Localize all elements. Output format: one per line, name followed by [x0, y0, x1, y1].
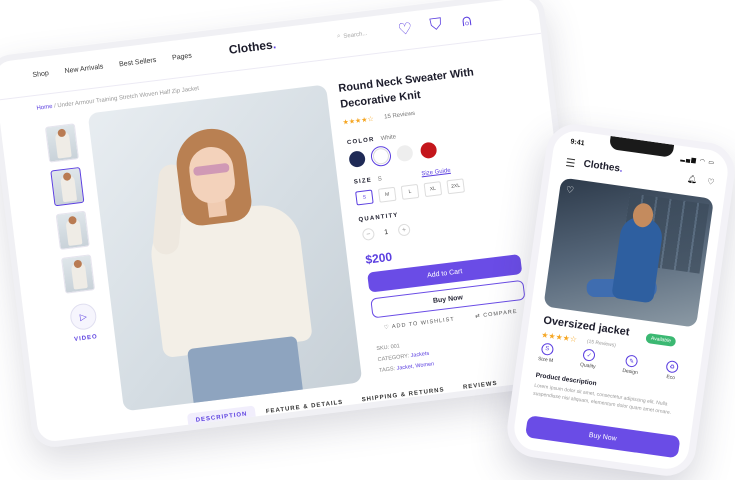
thumbnail[interactable]: [60, 254, 96, 294]
search-box[interactable]: ⌕ Search...: [337, 30, 368, 41]
feature-quality: ✓ Quality: [580, 348, 598, 370]
feature-size-label: Size M: [537, 356, 554, 365]
brand-logo-text: Clothes: [228, 37, 274, 57]
nav-pages[interactable]: Pages: [172, 53, 193, 62]
bag-icon[interactable]: ⛉: [429, 15, 443, 33]
eco-icon: ♻: [665, 359, 679, 374]
heart-icon[interactable]: ♡: [397, 20, 413, 39]
swatch-navy[interactable]: [348, 150, 367, 169]
category-label: CATEGORY:: [377, 353, 410, 364]
size-value: S: [377, 176, 383, 183]
feature-design-label: Design: [621, 367, 639, 377]
nav-shop[interactable]: Shop: [32, 70, 49, 79]
add-to-wishlist-link[interactable]: ♡ ADD TO WISHLIST: [384, 316, 455, 331]
phone-buy-now-button[interactable]: Buy Now: [525, 415, 681, 459]
review-count[interactable]: 15 Reviews: [384, 111, 416, 121]
quantity-stepper: − 1 +: [361, 223, 411, 241]
category-link[interactable]: Jackets: [410, 351, 429, 359]
brand-logo[interactable]: Clothes.: [228, 37, 277, 57]
size-option-xl[interactable]: XL: [423, 181, 443, 198]
tab-description[interactable]: DESCRIPTION: [186, 405, 257, 430]
size-label: SIZE: [353, 177, 373, 186]
thumbnail[interactable]: [55, 210, 90, 251]
product-main-image: [87, 84, 363, 412]
product-title: Round Neck Sweater With Decorative Knit: [337, 66, 475, 111]
color-value: White: [380, 134, 397, 143]
size-icon: S: [540, 342, 554, 356]
feature-size: S Size M: [538, 342, 556, 364]
size-guide-link[interactable]: Size Guide: [421, 168, 451, 178]
swatch-red[interactable]: [419, 141, 438, 160]
thumbnail-active[interactable]: [50, 166, 85, 207]
size-option-l[interactable]: L: [400, 183, 420, 200]
size-option-m[interactable]: M: [377, 186, 397, 203]
increase-button[interactable]: +: [397, 223, 411, 237]
nav-new-arrivals[interactable]: New Arrivals: [64, 63, 103, 75]
tab-reviews[interactable]: REVIEWS: [454, 375, 506, 397]
phone-header-icons: 🔔︎ ♡: [687, 174, 715, 187]
phone-review-count[interactable]: (15 Reviews): [586, 339, 616, 349]
tags-link[interactable]: Jacket, Women: [396, 361, 434, 372]
thumbnail-list: [44, 123, 96, 294]
phone-product-image: [543, 177, 714, 328]
nav-best-sellers[interactable]: Best Sellers: [119, 57, 157, 69]
play-icon: ▷: [79, 310, 88, 322]
swatch-light-gray[interactable]: [395, 144, 414, 163]
bell-icon[interactable]: 🔔︎: [687, 174, 698, 184]
design-icon: ✎: [624, 354, 639, 368]
decrease-button[interactable]: −: [361, 227, 376, 241]
feature-quality-label: Quality: [579, 361, 596, 371]
favorite-heart-icon[interactable]: ♡: [565, 184, 574, 196]
phone-logo-dot: .: [619, 163, 624, 175]
quantity-label: QUANTITY: [358, 212, 399, 224]
swatch-white[interactable]: [369, 145, 393, 168]
user-icon[interactable]: ⍝: [461, 12, 473, 30]
breadcrumb-separator: /: [53, 103, 57, 110]
tags-label: TAGS:: [378, 366, 396, 374]
tablet-mockup: Shop New Arrivals Best Sellers Pages Clo…: [0, 0, 590, 450]
menu-icon[interactable]: ☰: [565, 156, 577, 170]
thumbnail[interactable]: [44, 123, 80, 163]
size-option-2xl[interactable]: 2XL: [446, 178, 465, 195]
quality-icon: ✓: [582, 348, 597, 362]
search-placeholder: Search...: [343, 30, 368, 40]
phone-brand-logo[interactable]: Clothes.: [583, 159, 624, 175]
availability-badge: Available: [645, 332, 677, 347]
search-icon: ⌕: [336, 33, 341, 40]
phone-notch: [608, 135, 675, 158]
video-label: VIDEO: [73, 334, 99, 343]
tab-shipping-returns[interactable]: SHIPPING & RETURNS: [353, 381, 454, 409]
status-time: 9:41: [570, 138, 585, 148]
breadcrumb-home[interactable]: Home: [36, 104, 53, 112]
product-meta: SKU: 001 CATEGORY: Jackets TAGS: Jacket,…: [376, 337, 435, 377]
heart-icon[interactable]: ♡: [707, 177, 715, 187]
compare-link[interactable]: ⇄ COMPARE: [475, 309, 518, 320]
feature-design: ✎ Design: [622, 354, 640, 376]
brand-logo-dot: .: [271, 37, 277, 52]
color-swatches: [348, 141, 438, 169]
main-menu: Shop New Arrivals Best Sellers Pages: [32, 53, 192, 80]
phone-logo-text: Clothes: [582, 158, 621, 175]
rating-stars: ★★★★☆: [342, 115, 375, 127]
tab-feature-details[interactable]: FEATURE & DETAILS: [257, 394, 352, 421]
product-price: $200: [364, 249, 393, 267]
status-icons: ▂▄▆ ◠ ▭: [680, 155, 716, 167]
size-option-s[interactable]: S: [355, 189, 374, 206]
quantity-value[interactable]: 1: [384, 228, 389, 235]
header-icons: ♡ ⛉ ⍝: [397, 12, 473, 39]
feature-eco: ♻ Eco: [664, 359, 679, 382]
product-description-text: Lorem ipsum dolor sit amet, consectetur …: [532, 382, 672, 417]
color-label: COLOR: [346, 136, 375, 147]
feature-eco-label: Eco: [665, 374, 676, 382]
play-video-button[interactable]: ▷: [68, 302, 98, 332]
